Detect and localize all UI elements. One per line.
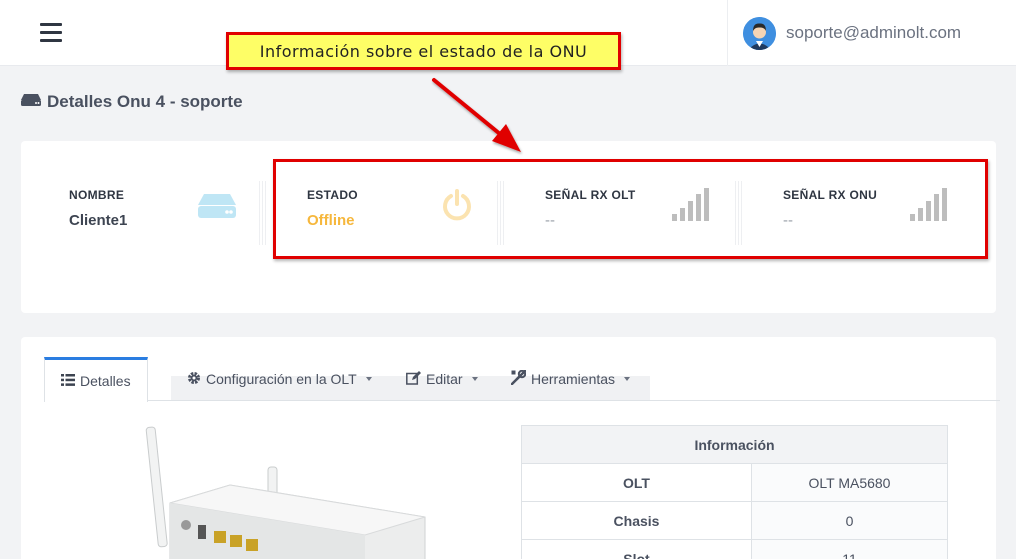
stat-name-label: NOMBRE <box>69 188 125 202</box>
table-cell-value: 11 <box>751 539 948 559</box>
annotation-highlight-box <box>273 159 988 259</box>
user-menu[interactable]: soporte@adminolt.com <box>727 0 1016 66</box>
tab-label: Herramientas <box>531 371 616 387</box>
user-email: soporte@adminolt.com <box>786 23 962 42</box>
stat-name-value: Cliente1 <box>69 212 128 229</box>
divider <box>259 181 267 245</box>
tools-icon <box>510 369 527 388</box>
annotation-callout: Información sobre el estado de la ONU <box>226 32 621 70</box>
tab-label: Detalles <box>80 373 131 389</box>
table-cell-key: OLT <box>521 463 752 502</box>
hdd-icon <box>21 92 41 112</box>
tab-label: Editar <box>426 371 463 387</box>
chevron-down-icon <box>471 377 478 381</box>
edit-icon <box>406 370 421 388</box>
table-row: Slot 11 <box>521 539 948 559</box>
tab-detalles[interactable]: Detalles <box>44 357 148 402</box>
onu-router-image <box>130 425 430 559</box>
table-row: Chasis 0 <box>521 501 948 540</box>
table-cell-value: OLT MA5680 <box>751 463 948 502</box>
page-title: Detalles Onu 4 - soporte <box>21 92 243 112</box>
tab-label: Configuración en la OLT <box>206 371 357 387</box>
info-table-header: Información <box>521 425 948 464</box>
avatar <box>743 16 776 50</box>
table-row: OLT OLT MA5680 <box>521 463 948 502</box>
tab-herramientas[interactable]: Herramientas <box>510 357 631 401</box>
table-cell-value: 0 <box>751 501 948 540</box>
stat-name: NOMBRE Cliente1 <box>69 141 259 313</box>
tab-configuracion[interactable]: Configuración en la OLT <box>187 357 372 401</box>
info-table: Información OLT OLT MA5680 Chasis 0 Slot… <box>521 425 948 559</box>
server-icon <box>198 193 236 224</box>
chevron-down-icon <box>365 377 372 381</box>
tab-bar: Detalles Configuración en la OLT Editar <box>44 357 1000 402</box>
table-cell-key: Chasis <box>521 501 752 540</box>
gear-icon <box>187 371 201 388</box>
page-title-text: Detalles Onu 4 - soporte <box>47 92 243 111</box>
chevron-down-icon <box>624 377 631 381</box>
tab-editar[interactable]: Editar <box>406 357 478 401</box>
hamburger-menu-icon[interactable] <box>40 23 62 43</box>
table-cell-key: Slot <box>521 539 752 559</box>
list-icon <box>61 373 75 389</box>
